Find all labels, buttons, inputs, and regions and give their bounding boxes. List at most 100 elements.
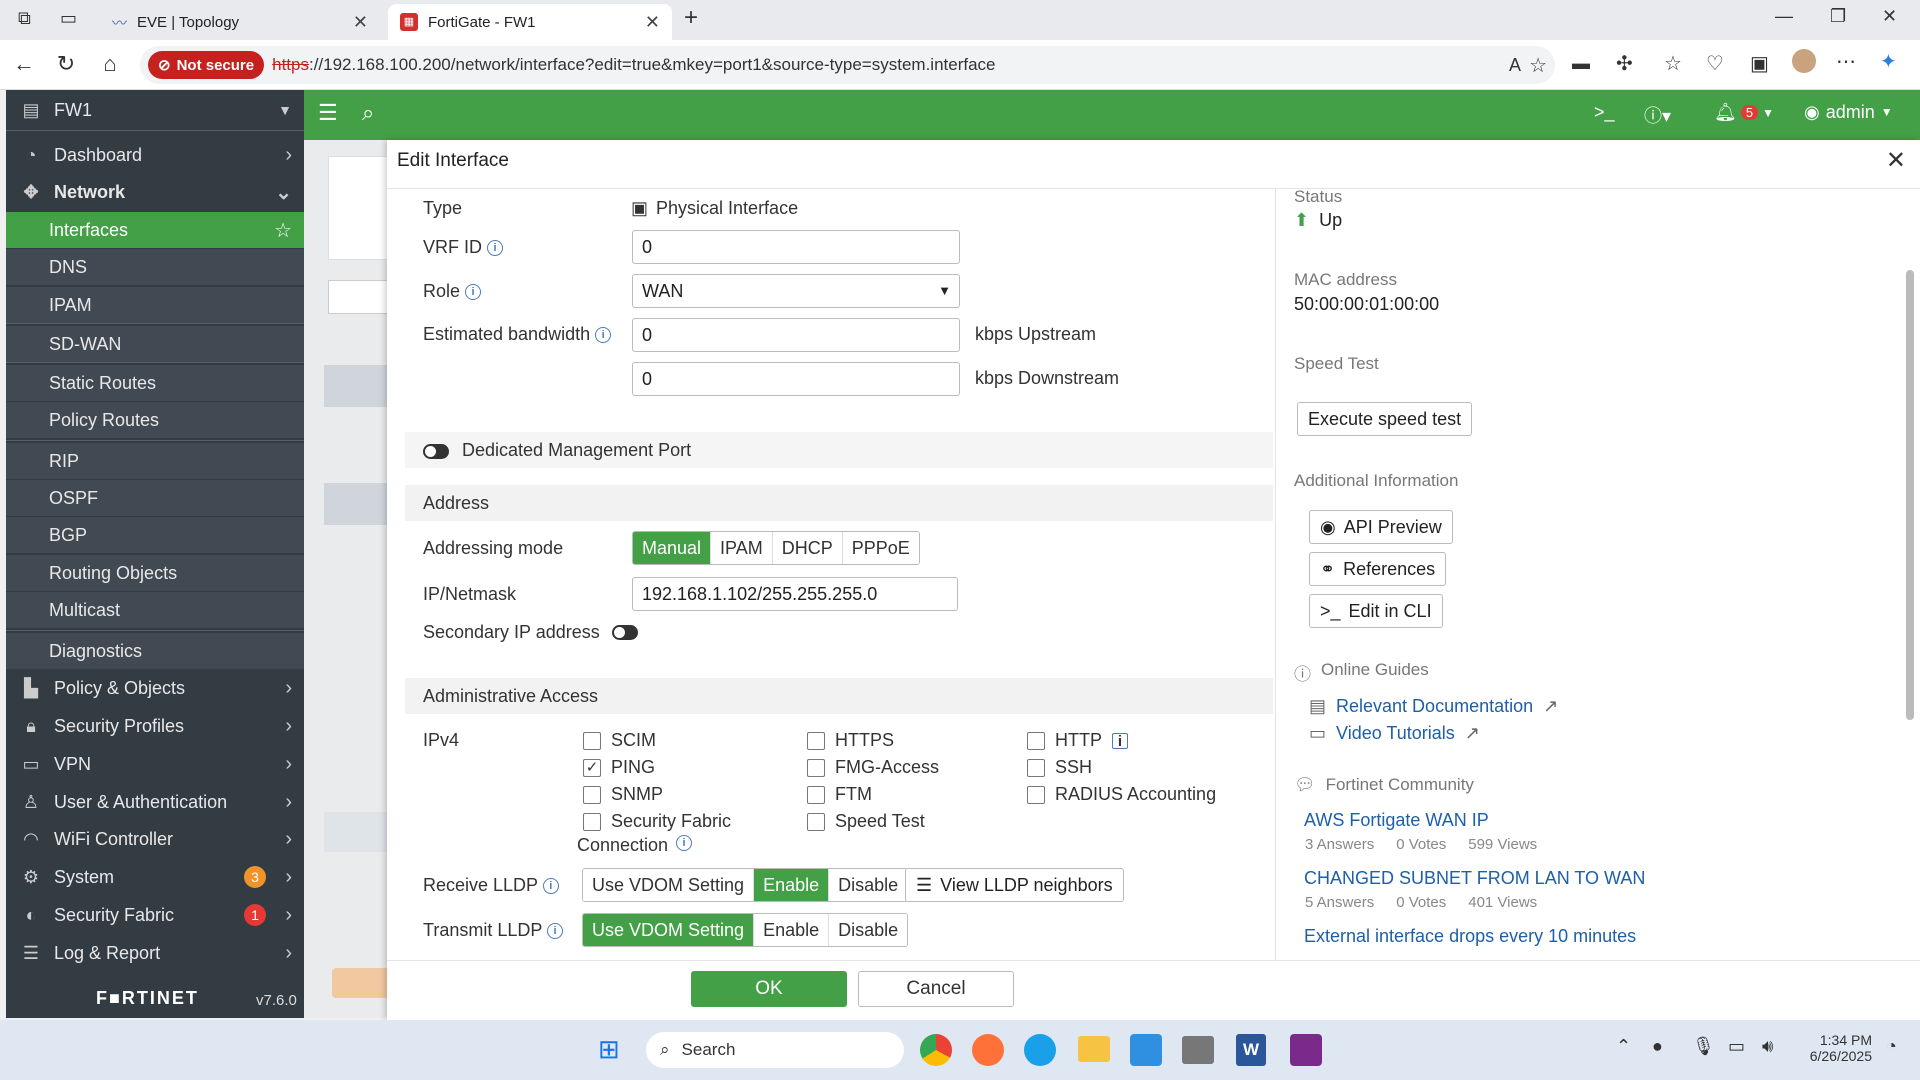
sidebar-item-policy-routes[interactable]: Policy Routes xyxy=(6,402,304,438)
mode-dhcp[interactable]: DHCP xyxy=(772,532,843,564)
firefox-icon[interactable] xyxy=(972,1034,1004,1066)
volume-icon[interactable]: 🔊︎ xyxy=(1762,1036,1773,1057)
info-icon[interactable]: i xyxy=(465,284,482,301)
info-icon[interactable]: i xyxy=(676,835,693,851)
checkbox[interactable] xyxy=(807,731,825,750)
sidebar-item-sd-wan[interactable]: SD-WAN xyxy=(6,326,304,362)
profile-avatar[interactable] xyxy=(1792,49,1816,73)
mode-manual[interactable]: Manual xyxy=(633,532,712,564)
search-icon[interactable]: ⌕ xyxy=(362,100,374,126)
not-secure-badge[interactable]: ⊘ Not secure xyxy=(148,51,265,79)
back-icon[interactable]: ← xyxy=(10,50,38,78)
view-lldp-neighbors-button[interactable]: ☰ View LLDP neighbors xyxy=(905,868,1124,902)
sidebar-item-log-report[interactable]: ☰ Log & Report › xyxy=(6,935,304,971)
tab-eve-topology[interactable]: 〰 EVE | Topology ✕ xyxy=(100,4,380,40)
receive-lldp-vdom[interactable]: Use VDOM Setting xyxy=(583,869,755,901)
sidebar-item-system[interactable]: ⚙ System 3 › xyxy=(6,859,304,895)
info-icon[interactable]: i xyxy=(595,327,612,344)
window-close-icon[interactable]: ✕ xyxy=(1882,6,1897,27)
access-security-fabric[interactable]: Security Fabric xyxy=(583,811,731,832)
transmit-lldp-vdom[interactable]: Use VDOM Setting xyxy=(583,914,755,946)
sidebar-item-security-profiles[interactable]: 🔒︎ Security Profiles › xyxy=(6,708,304,744)
access-ping[interactable]: ✓ PING xyxy=(583,757,655,778)
mode-ipam[interactable]: IPAM xyxy=(711,532,773,564)
minimize-icon[interactable]: — xyxy=(1775,6,1793,27)
browser-essentials-icon[interactable]: ♡ xyxy=(1706,51,1724,76)
ok-button[interactable]: OK xyxy=(691,971,847,1007)
notifications-button[interactable]: 🔔︎ 5 ▼ xyxy=(1714,102,1774,123)
sidebar-item-dashboard[interactable]: ◔ Dashboard › xyxy=(6,137,304,173)
sidebar-item-rip[interactable]: RIP xyxy=(6,443,304,479)
checkbox[interactable] xyxy=(1027,731,1045,750)
clock[interactable]: 1:34 PM 6/26/2025 xyxy=(1800,1032,1872,1064)
app-icon[interactable] xyxy=(1130,1034,1162,1066)
url-field[interactable]: ⊘ Not secure https://192.168.100.200/net… xyxy=(140,46,1555,84)
favorites-icon[interactable]: ☆ xyxy=(1664,51,1682,76)
copilot-icon[interactable]: ✦ xyxy=(1880,49,1897,74)
chevron-up-icon[interactable]: ⌃ xyxy=(1616,1036,1631,1057)
sidebar-item-ospf[interactable]: OSPF xyxy=(6,480,304,516)
bandwidth-upstream-input[interactable]: 0 xyxy=(632,318,960,352)
access-ssh[interactable]: SSH xyxy=(1027,757,1092,778)
microphone-icon[interactable]: 🎙︎ xyxy=(1692,1036,1715,1057)
sidebar-item-dns[interactable]: DNS xyxy=(6,249,304,285)
mode-pppoe[interactable]: PPPoE xyxy=(842,532,919,564)
tab-actions-icon[interactable]: ▭ xyxy=(60,8,77,29)
checkbox[interactable] xyxy=(583,731,601,750)
sidebar-item-routing-objects[interactable]: Routing Objects xyxy=(6,555,304,591)
close-icon[interactable]: ✕ xyxy=(1886,146,1906,175)
edge-icon[interactable] xyxy=(1024,1034,1056,1066)
info-icon[interactable]: i xyxy=(1112,732,1128,749)
scrollbar-thumb[interactable] xyxy=(1906,270,1914,720)
access-radius[interactable]: RADIUS Accounting xyxy=(1027,784,1216,805)
help-icon[interactable]: ⓘ▾ xyxy=(1644,102,1671,128)
maximize-icon[interactable]: ❐ xyxy=(1830,6,1846,27)
receive-lldp-enable[interactable]: Enable xyxy=(754,869,830,901)
ip-netmask-input[interactable]: 192.168.1.102/255.255.255.0 xyxy=(632,577,958,611)
favorite-star-icon[interactable]: ☆ xyxy=(1529,53,1547,78)
sidebar-item-network[interactable]: ✥ Network ⌄ xyxy=(6,174,304,210)
checkbox[interactable] xyxy=(807,812,825,831)
video-tutorials-link[interactable]: ▭ Video Tutorials ↗ xyxy=(1309,723,1480,744)
favorite-star-icon[interactable]: ☆ xyxy=(274,218,292,243)
receive-lldp-disable[interactable]: Disable xyxy=(829,869,908,901)
home-icon[interactable]: ⌂ xyxy=(96,50,124,78)
app-icon-purple[interactable] xyxy=(1290,1034,1322,1066)
tab-fortigate-fw1[interactable]: ▦ FortiGate - FW1 ✕ xyxy=(388,4,672,40)
relevant-docs-link[interactable]: ▤ Relevant Documentation ↗ xyxy=(1309,696,1558,717)
sidebar-item-ipam[interactable]: IPAM xyxy=(6,287,304,323)
scrollbar[interactable] xyxy=(1905,200,1915,950)
sidebar-item-interfaces[interactable]: Interfaces ☆ xyxy=(6,212,304,248)
sidebar-item-bgp[interactable]: BGP xyxy=(6,517,304,553)
more-menu-icon[interactable]: ⋯ xyxy=(1836,49,1856,74)
edit-in-cli-button[interactable]: >_ Edit in CLI xyxy=(1309,594,1443,628)
checkbox[interactable] xyxy=(583,812,601,831)
access-speed-test[interactable]: Speed Test xyxy=(807,811,925,832)
checkbox[interactable] xyxy=(1027,758,1045,777)
checkbox-checked[interactable]: ✓ xyxy=(583,758,601,777)
word-icon[interactable]: W xyxy=(1236,1034,1266,1066)
access-http[interactable]: HTTP i xyxy=(1027,730,1128,751)
collections-icon[interactable]: ▣ xyxy=(1750,51,1769,76)
community-post-title[interactable]: CHANGED SUBNET FROM LAN TO WAN xyxy=(1304,868,1645,889)
cli-console-icon[interactable]: >_ xyxy=(1594,102,1615,123)
menu-hamburger-icon[interactable]: ☰ xyxy=(318,100,338,126)
chrome-icon[interactable] xyxy=(920,1034,952,1066)
dedicated-mgmt-toggle[interactable] xyxy=(423,443,449,459)
api-preview-button[interactable]: ◉ API Preview xyxy=(1309,510,1453,544)
new-tab-icon[interactable]: + xyxy=(684,4,698,32)
role-select[interactable]: WAN ▼ xyxy=(632,274,960,308)
transmit-lldp-enable[interactable]: Enable xyxy=(754,914,830,946)
read-aloud-icon[interactable]: A xyxy=(1509,55,1521,76)
sidebar-item-user-auth[interactable]: ♙ User & Authentication › xyxy=(6,784,304,820)
reload-icon[interactable]: ↻ xyxy=(52,50,80,78)
checkbox[interactable] xyxy=(807,785,825,804)
access-fmg[interactable]: FMG-Access xyxy=(807,757,939,778)
extension-icon[interactable]: ▬ xyxy=(1572,53,1590,74)
sidebar-item-security-fabric[interactable]: ◐ Security Fabric 1 › xyxy=(6,897,304,933)
admin-menu[interactable]: ◉ admin ▼ xyxy=(1804,102,1893,123)
close-tab-icon[interactable]: ✕ xyxy=(353,12,368,33)
execute-speed-test-button[interactable]: Execute speed test xyxy=(1297,402,1473,436)
secondary-ip-toggle[interactable] xyxy=(611,625,638,640)
notification-bell-icon[interactable]: ◔ xyxy=(1886,1036,1897,1057)
